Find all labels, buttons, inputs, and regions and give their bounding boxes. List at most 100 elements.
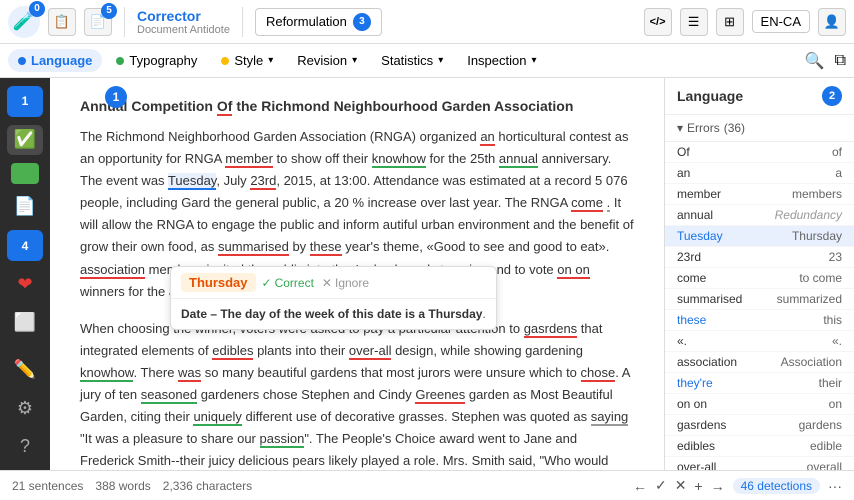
error-right-edible: edible	[760, 439, 843, 453]
tooltip-correct-btn[interactable]: ✓ Correct	[262, 276, 314, 290]
tab-typography[interactable]: Typography	[106, 49, 207, 72]
sidebar-check-icon[interactable]: ✅	[7, 125, 43, 156]
user-icon[interactable]: 👤	[818, 8, 846, 36]
error-row-quote[interactable]: «. «.	[665, 331, 854, 352]
error-edibles[interactable]: edibles	[212, 343, 253, 360]
sidebar-gear-icon[interactable]: ⚙	[7, 393, 43, 424]
error-greenes[interactable]: Greenes	[415, 387, 465, 404]
error-row-member[interactable]: member members	[665, 184, 854, 205]
language-selector[interactable]: EN-CA	[752, 10, 810, 33]
error-23rd[interactable]: 23rd	[250, 173, 276, 190]
error-seasoned[interactable]: seasoned	[141, 387, 197, 404]
error-row-onon[interactable]: on on on	[665, 394, 854, 415]
nav-check-btn[interactable]: ✓	[655, 477, 667, 494]
error-row-edibles[interactable]: edibles edible	[665, 436, 854, 457]
error-row-tuesday[interactable]: Tuesday Thursday	[665, 226, 854, 247]
sidebar-doc-icon[interactable]: 📄	[7, 192, 43, 223]
errors-label: Errors	[687, 121, 720, 135]
nav-more-btn[interactable]: ···	[828, 478, 842, 494]
tooltip-top: Thursday ✓ Correct ✕ Ignore	[171, 267, 496, 299]
list-icon[interactable]: ☰	[680, 8, 708, 36]
style-arrow: ▾	[268, 55, 273, 66]
error-row-summarised[interactable]: summarised summarized	[665, 289, 854, 310]
error-left-annual: annual	[677, 208, 760, 222]
tab-revision[interactable]: Revision ▾	[287, 49, 367, 72]
status-right: ← ✓ ✕ + → 46 detections ···	[633, 477, 842, 494]
error-saying[interactable]: saying	[591, 409, 629, 426]
error-chose[interactable]: chose	[581, 365, 616, 382]
error-right-on: on	[760, 397, 843, 411]
error-onon[interactable]: on on	[557, 262, 590, 279]
error-right-their: their	[760, 376, 843, 390]
tab-style[interactable]: Style ▾	[211, 49, 283, 72]
error-right-summarized: summarized	[760, 292, 843, 306]
topbar-icon2-wrap: 📄 5	[84, 8, 112, 36]
status-sentences: 21 sentences	[12, 479, 83, 493]
tab-typography-label: Typography	[129, 53, 197, 68]
error-Tuesday[interactable]: Tuesday	[168, 173, 216, 188]
grid-icon[interactable]: ⊞	[716, 8, 744, 36]
error-uniquely[interactable]: uniquely	[193, 409, 241, 426]
error-knowhow2[interactable]: knowhow	[80, 365, 133, 382]
status-chars: 2,336 characters	[163, 479, 252, 493]
topbar-icon1[interactable]: 📋	[48, 8, 76, 36]
tooltip-description: Date – The day of the week of this date …	[181, 307, 425, 321]
error-Of[interactable]: Of	[217, 98, 233, 116]
error-row-theyre[interactable]: they're their	[665, 373, 854, 394]
reformulation-button[interactable]: Reformulation 3	[255, 8, 382, 36]
error-overall[interactable]: over-all	[349, 343, 392, 360]
error-row-gasrdens[interactable]: gasrdens gardens	[665, 415, 854, 436]
tab-language[interactable]: Language	[8, 49, 102, 72]
separator1	[124, 7, 125, 37]
tab-statistics[interactable]: Statistics ▾	[371, 49, 453, 72]
error-left-overall: over-all	[677, 460, 760, 470]
error-row-association[interactable]: association Association	[665, 352, 854, 373]
revision-arrow: ▾	[352, 55, 357, 66]
error-right-redundancy: Redundancy	[760, 208, 843, 222]
error-summarised[interactable]: summarised	[218, 239, 289, 256]
sidebar-pencil-icon[interactable]: ✏️	[7, 354, 43, 385]
error-knowhow1[interactable]: knowhow	[372, 151, 426, 168]
tab-language-label: Language	[31, 53, 92, 68]
app-title-block: Corrector Document Antidote	[137, 8, 230, 36]
tooltip-old-word[interactable]: Thursday	[181, 273, 256, 292]
errors-header[interactable]: ▾ Errors (36)	[665, 115, 854, 142]
error-row-an[interactable]: an a	[665, 163, 854, 184]
error-an[interactable]: an	[480, 129, 494, 146]
error-right-gardens: gardens	[760, 418, 843, 432]
sidebar-green-icon[interactable]	[11, 163, 39, 183]
error-gasrdens[interactable]: gasrdens	[524, 321, 577, 338]
code-icon[interactable]: </>	[644, 8, 672, 36]
error-left-edibles: edibles	[677, 439, 760, 453]
error-come[interactable]: come	[571, 195, 603, 212]
error-association[interactable]: association	[80, 262, 145, 279]
nav-next-btn[interactable]: →	[711, 478, 725, 494]
error-period[interactable]: .	[607, 195, 611, 212]
sidebar-heart-icon[interactable]: ❤	[7, 269, 43, 300]
tooltip-ignore-btn[interactable]: ✕ Ignore	[322, 276, 369, 290]
error-passion[interactable]: passion	[260, 431, 305, 448]
toolbar-split-icon[interactable]: ⧉	[835, 52, 846, 70]
nav-close-btn[interactable]: ✕	[675, 477, 687, 494]
error-right-overall: overall	[760, 460, 843, 470]
error-right-Association: Association	[760, 355, 843, 369]
sidebar-square-icon[interactable]: ⬜	[7, 308, 43, 339]
nav-add-btn[interactable]: +	[694, 478, 702, 494]
tab-inspection[interactable]: Inspection ▾	[457, 49, 546, 72]
error-annual[interactable]: annual	[499, 151, 538, 168]
error-row-these[interactable]: these this	[665, 310, 854, 331]
app-icon-wrap: 🧪 0	[8, 6, 40, 38]
error-row-23rd[interactable]: 23rd 23	[665, 247, 854, 268]
error-row-annual[interactable]: annual Redundancy	[665, 205, 854, 226]
error-was[interactable]: was	[178, 365, 201, 382]
chevron-down-icon: ▾	[677, 121, 683, 135]
error-these[interactable]: these	[310, 239, 342, 256]
nav-prev-btn[interactable]: ←	[633, 478, 647, 494]
error-member[interactable]: member	[225, 151, 273, 168]
error-left-come: come	[677, 271, 760, 285]
error-row-overall[interactable]: over-all overall	[665, 457, 854, 470]
toolbar-search-icon[interactable]: 🔍	[805, 51, 825, 71]
sidebar-question-icon[interactable]: ?	[7, 431, 43, 462]
error-row-Of[interactable]: Of of	[665, 142, 854, 163]
error-row-come[interactable]: come to come	[665, 268, 854, 289]
